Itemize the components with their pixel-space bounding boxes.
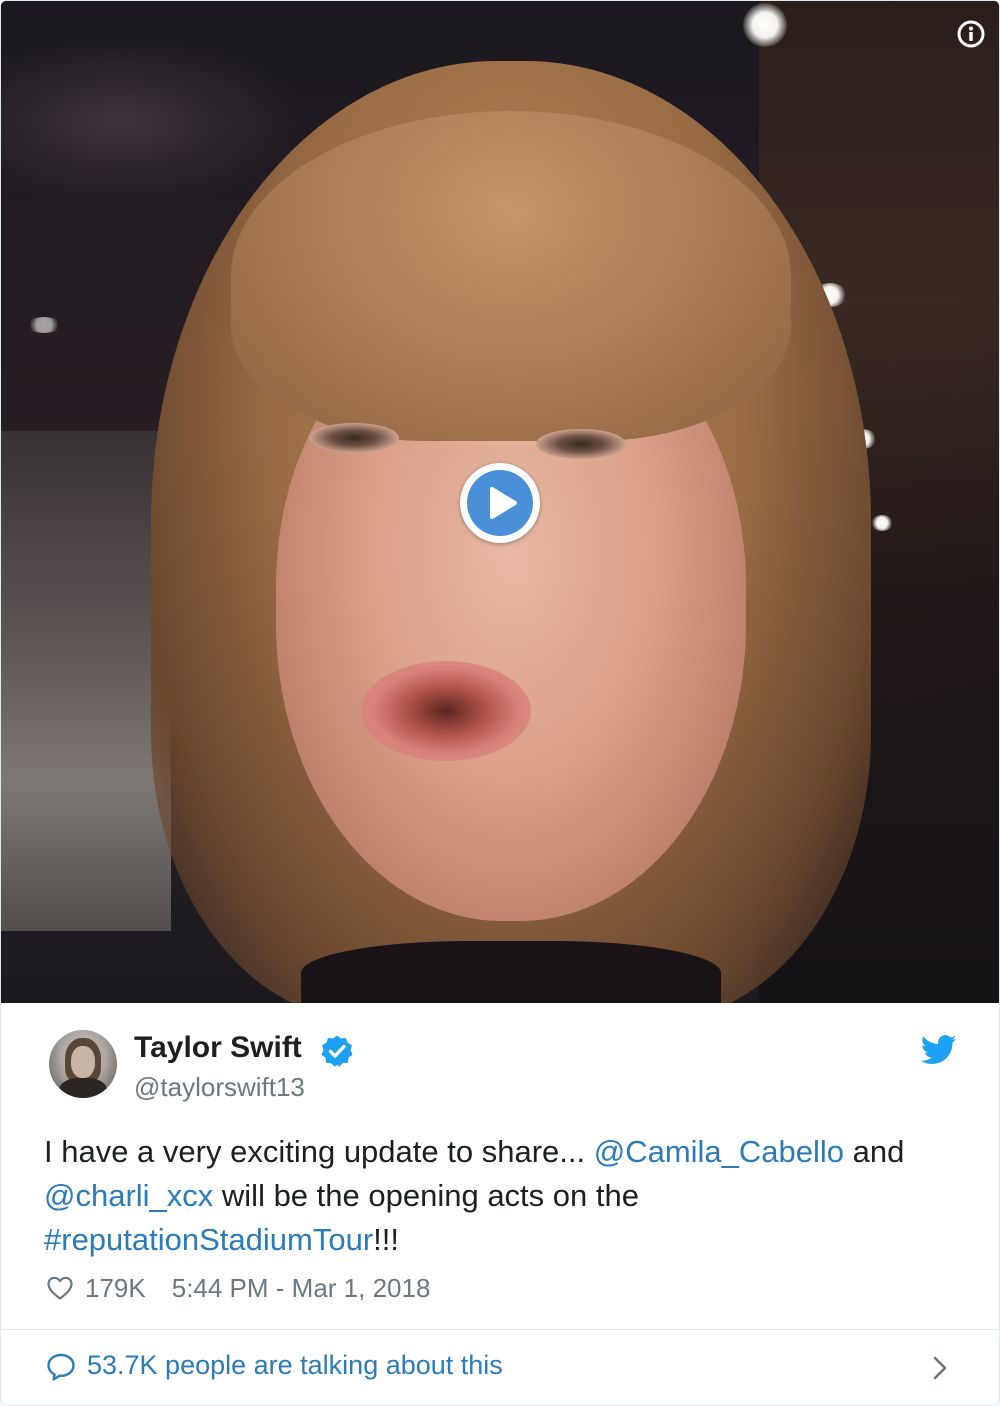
avatar[interactable] (49, 1030, 117, 1098)
subject-sweater (301, 941, 721, 1003)
embedded-tweet-card: Taylor Swift @taylorswift13 I have a ver… (0, 0, 1000, 1406)
mention-link[interactable]: @charli_xcx (44, 1178, 213, 1213)
ceiling-light (871, 515, 893, 531)
info-button[interactable] (957, 20, 985, 48)
heart-icon[interactable] (46, 1274, 74, 1302)
author-handle[interactable]: @taylorswift13 (134, 1072, 305, 1103)
verified-badge-icon (321, 1035, 353, 1067)
hashtag-link[interactable]: #reputationStadiumTour (44, 1222, 373, 1257)
twitter-bird-icon[interactable] (921, 1035, 957, 1065)
tweet-timestamp[interactable]: 5:44 PM - Mar 1, 2018 (172, 1273, 431, 1304)
conversation-link[interactable]: 53.7K people are talking about this (1, 1330, 999, 1405)
info-icon (957, 20, 985, 48)
subject-bangs (231, 111, 791, 441)
subject-eye (536, 429, 626, 459)
tweet-meta: 179K 5:44 PM - Mar 1, 2018 (46, 1270, 430, 1306)
background-wall (1, 431, 171, 931)
like-count[interactable]: 179K (85, 1273, 146, 1304)
subject-eye (309, 423, 399, 453)
subject-lips (361, 661, 531, 761)
mention-link[interactable]: @Camila_Cabello (594, 1134, 844, 1169)
chevron-right-icon (933, 1356, 947, 1380)
video-thumbnail[interactable] (1, 1, 999, 1003)
play-icon (467, 470, 533, 536)
tweet-text: I have a very exciting update to share..… (44, 1134, 905, 1257)
conversation-label: 53.7K people are talking about this (87, 1350, 503, 1380)
ceiling-light (27, 317, 61, 333)
play-button[interactable] (460, 463, 540, 543)
speech-bubble-icon (47, 1353, 75, 1381)
ceiling-light (743, 3, 787, 47)
author-display-name[interactable]: Taylor Swift (134, 1031, 302, 1065)
